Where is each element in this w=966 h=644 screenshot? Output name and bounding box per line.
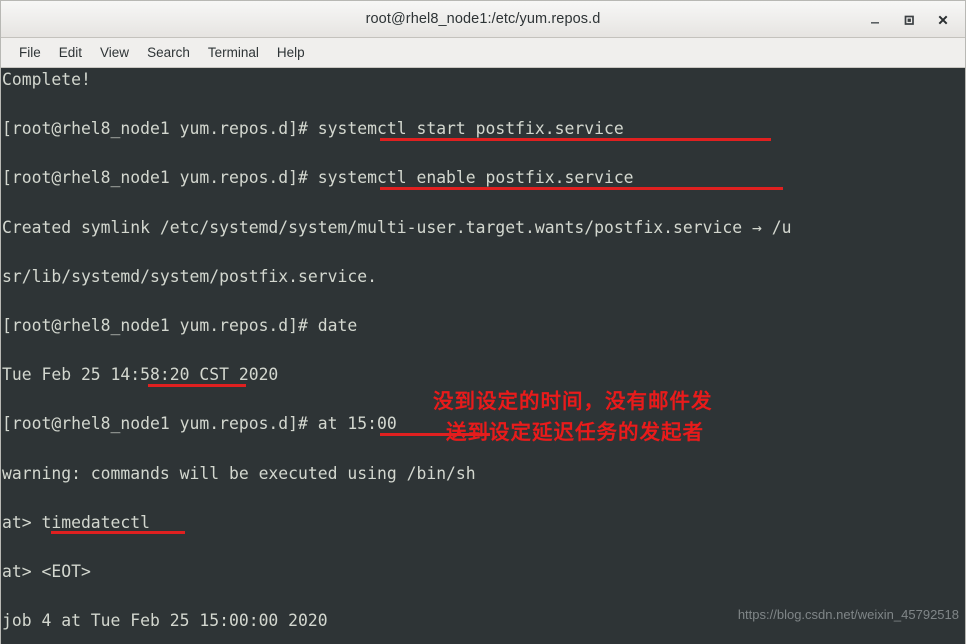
- menu-item-file[interactable]: File: [10, 42, 50, 64]
- terminal-line-text: at> timedatectl: [2, 512, 151, 532]
- red-underline-annotation: [380, 432, 490, 436]
- terminal-line: at> <EOT>: [1, 560, 965, 585]
- terminal-line: [root@rhel8_node1 yum.repos.d]# systemct…: [1, 166, 965, 191]
- terminal-line-text: Created symlink /etc/systemd/system/mult…: [2, 217, 792, 237]
- titlebar: root@rhel8_node1:/etc/yum.repos.d: [1, 1, 965, 38]
- terminal-lines: Complete! [root@rhel8_node1 yum.repos.d]#…: [1, 68, 965, 634]
- red-underline-annotation: [380, 137, 771, 141]
- window-title: root@rhel8_node1:/etc/yum.repos.d: [365, 11, 601, 27]
- terminal-line-text: [root@rhel8_node1 yum.repos.d]# systemct…: [2, 168, 634, 188]
- maximize-button[interactable]: [893, 5, 925, 35]
- minimize-button[interactable]: [859, 5, 891, 35]
- terminal-window: root@rhel8_node1:/etc/yum.repos.d File E…: [0, 0, 966, 644]
- terminal-line-text: [root@rhel8_node1 yum.repos.d]# date: [2, 315, 358, 335]
- terminal-line-text: sr/lib/systemd/system/postfix.service.: [2, 266, 377, 286]
- red-underline-annotation: [148, 383, 246, 387]
- terminal-line-text: job 4 at Tue Feb 25 15:00:00 2020: [2, 611, 328, 631]
- close-button[interactable]: [927, 5, 959, 35]
- terminal-line: [root@rhel8_node1 yum.repos.d]# date: [1, 314, 965, 339]
- terminal-line: warning: commands will be executed using…: [1, 462, 965, 487]
- terminal-line: at> timedatectl: [1, 511, 965, 536]
- terminal-line: Created symlink /etc/systemd/system/mult…: [1, 216, 965, 241]
- menu-item-terminal[interactable]: Terminal: [199, 42, 268, 64]
- menubar: File Edit View Search Terminal Help: [1, 38, 965, 68]
- terminal-line: Complete!: [1, 68, 965, 93]
- menu-item-help[interactable]: Help: [268, 42, 314, 64]
- terminal-line-text: Complete!: [2, 70, 91, 89]
- terminal-line-text: [root@rhel8_node1 yum.repos.d]# systemct…: [2, 119, 624, 139]
- terminal-line-text: warning: commands will be executed using…: [2, 463, 476, 483]
- menu-item-edit[interactable]: Edit: [50, 42, 91, 64]
- terminal-line: [root@rhel8_node1 yum.repos.d]# at 15:00: [1, 412, 965, 437]
- terminal-line: Tue Feb 25 14:58:20 CST 2020: [1, 363, 965, 388]
- terminal-line-text: at> <EOT>: [2, 561, 91, 581]
- terminal-line: [root@rhel8_node1 yum.repos.d]# systemct…: [1, 117, 965, 142]
- close-icon: [938, 15, 948, 24]
- terminal-line-text: Tue Feb 25 14:58:20 CST 2020: [2, 365, 279, 385]
- terminal-output-area[interactable]: Complete! [root@rhel8_node1 yum.repos.d]#…: [1, 68, 965, 644]
- terminal-line: job 4 at Tue Feb 25 15:00:00 2020: [1, 609, 965, 634]
- terminal-line: sr/lib/systemd/system/postfix.service.: [1, 265, 965, 290]
- menu-item-view[interactable]: View: [91, 42, 138, 64]
- window-controls: [859, 1, 959, 38]
- terminal-line-text: [root@rhel8_node1 yum.repos.d]# at 15:00: [2, 414, 397, 434]
- minimize-icon: [871, 21, 879, 24]
- red-underline-annotation: [380, 186, 783, 190]
- maximize-icon: [904, 15, 914, 25]
- menu-item-search[interactable]: Search: [138, 42, 199, 64]
